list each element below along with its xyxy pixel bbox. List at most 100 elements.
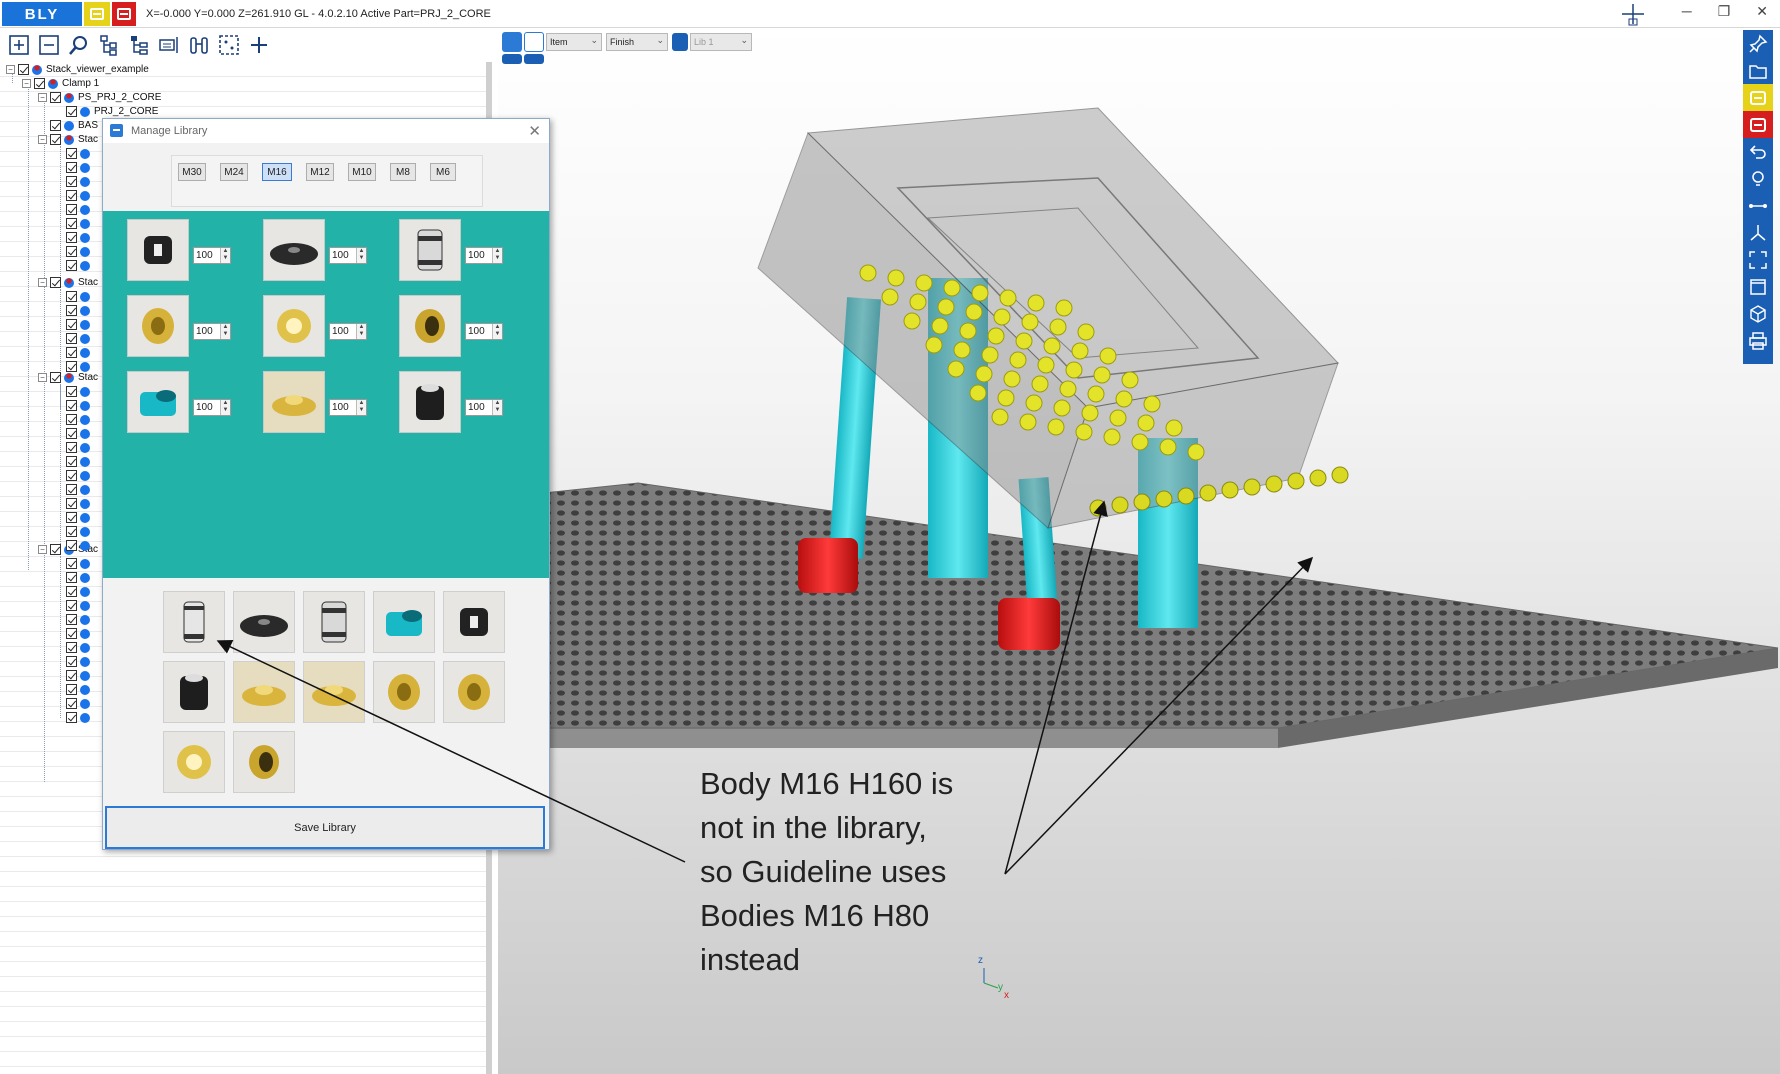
size-button-m30[interactable]: M30	[178, 163, 206, 181]
tree-node-component[interactable]	[66, 216, 94, 231]
pin-icon[interactable]	[1743, 30, 1773, 57]
quantity-stepper[interactable]: 100 ▲ ▼	[193, 247, 231, 264]
tree-node-part-set[interactable]: − PS_PRJ_2_CORE	[38, 90, 161, 105]
tree-node-stack[interactable]: − Stac	[38, 275, 98, 290]
visibility-checkbox[interactable]	[66, 414, 77, 425]
clamp-component-thumb[interactable]	[263, 219, 325, 281]
visibility-checkbox[interactable]	[66, 442, 77, 453]
spin-arrows-icon[interactable]: ▲ ▼	[220, 248, 230, 263]
selected-body-thumb[interactable]	[163, 591, 225, 653]
visibility-checkbox[interactable]	[66, 670, 77, 681]
visibility-checkbox[interactable]	[66, 176, 77, 187]
visibility-checkbox[interactable]	[34, 78, 45, 89]
size-button-m6[interactable]: M6	[430, 163, 456, 181]
selected-body-thumb[interactable]	[303, 591, 365, 653]
selected-nut-thumb[interactable]	[163, 731, 225, 793]
collapse-toggle[interactable]: −	[38, 373, 47, 382]
quantity-stepper[interactable]: 100 ▲ ▼	[193, 399, 231, 416]
tree-node-component[interactable]	[66, 482, 94, 497]
visibility-checkbox[interactable]	[66, 586, 77, 597]
tree-node-component[interactable]	[66, 188, 94, 203]
tree-node-component[interactable]	[66, 202, 94, 217]
collapse-toggle[interactable]: −	[38, 135, 47, 144]
tree-node-component[interactable]	[66, 230, 94, 245]
tree-node-component[interactable]	[66, 317, 94, 332]
fit-view-icon[interactable]	[1743, 246, 1773, 273]
visibility-checkbox[interactable]	[66, 190, 77, 201]
stop-app-icon[interactable]	[112, 2, 136, 26]
visibility-checkbox[interactable]	[66, 106, 77, 117]
visibility-checkbox[interactable]	[66, 684, 77, 695]
tree-node-root[interactable]: − Stack_viewer_example	[6, 62, 149, 77]
visibility-checkbox[interactable]	[66, 526, 77, 537]
visibility-checkbox[interactable]	[66, 305, 77, 316]
axes-icon[interactable]	[1743, 219, 1773, 246]
visibility-checkbox[interactable]	[66, 333, 77, 344]
tree-node-component[interactable]	[66, 654, 94, 669]
tree-node-component[interactable]	[66, 696, 94, 711]
tree-node-component[interactable]	[66, 331, 94, 346]
base-component-thumb[interactable]	[399, 371, 461, 433]
spin-arrows-icon[interactable]: ▲ ▼	[220, 324, 230, 339]
visibility-checkbox[interactable]	[66, 260, 77, 271]
selected-adapter-thumb[interactable]	[373, 591, 435, 653]
expand-all-icon[interactable]	[6, 32, 32, 58]
window-icon[interactable]	[1743, 273, 1773, 300]
tree-node-component[interactable]	[66, 626, 94, 641]
quantity-stepper[interactable]: 100 ▲ ▼	[329, 399, 367, 416]
bly-logo[interactable]: BLY	[2, 2, 82, 26]
visibility-checkbox[interactable]	[66, 428, 77, 439]
size-button-m24[interactable]: M24	[220, 163, 248, 181]
tree-node-component[interactable]	[66, 289, 94, 304]
nut-component-thumb[interactable]	[263, 295, 325, 357]
tree-node-component[interactable]	[66, 584, 94, 599]
visibility-checkbox[interactable]	[66, 484, 77, 495]
measure-icon[interactable]	[1743, 192, 1773, 219]
quantity-stepper[interactable]: 100 ▲ ▼	[193, 323, 231, 340]
spin-arrows-icon[interactable]: ▲ ▼	[356, 400, 366, 415]
visibility-checkbox[interactable]	[66, 347, 77, 358]
visibility-checkbox[interactable]	[66, 456, 77, 467]
visibility-checkbox[interactable]	[66, 319, 77, 330]
clamp-component-thumb[interactable]	[127, 219, 189, 281]
spin-arrows-icon[interactable]: ▲ ▼	[220, 400, 230, 415]
visibility-checkbox[interactable]	[66, 162, 77, 173]
size-button-m10[interactable]: M10	[348, 163, 376, 181]
visibility-checkbox[interactable]	[50, 120, 61, 131]
visibility-checkbox[interactable]	[50, 134, 61, 145]
tree-node-component[interactable]	[66, 524, 94, 539]
selected-clamp-thumb[interactable]	[233, 591, 295, 653]
visibility-checkbox[interactable]	[50, 277, 61, 288]
tree-node-component[interactable]	[66, 538, 94, 553]
visibility-checkbox[interactable]	[66, 512, 77, 523]
tree-node-component[interactable]	[66, 510, 94, 525]
tree-node-component[interactable]	[66, 174, 94, 189]
visibility-checkbox[interactable]	[66, 558, 77, 569]
quantity-stepper[interactable]: 100 ▲ ▼	[329, 323, 367, 340]
tree-node-clamp[interactable]: − Clamp 1	[22, 76, 99, 91]
visibility-checkbox[interactable]	[66, 628, 77, 639]
collapse-toggle[interactable]: −	[6, 65, 15, 74]
minimize-icon[interactable]: ─	[1682, 3, 1692, 20]
visibility-checkbox[interactable]	[66, 540, 77, 551]
quantity-stepper[interactable]: 100 ▲ ▼	[465, 399, 503, 416]
library-app-icon[interactable]	[84, 2, 110, 26]
visibility-checkbox[interactable]	[66, 386, 77, 397]
cube-icon[interactable]	[1743, 300, 1773, 327]
undo-icon[interactable]	[1743, 138, 1773, 165]
collapse-toggle[interactable]: −	[22, 79, 31, 88]
save-library-button[interactable]: Save Library	[105, 806, 545, 849]
body-component-thumb[interactable]	[399, 219, 461, 281]
selected-nut-thumb[interactable]	[443, 661, 505, 723]
tree-node-stack[interactable]: − Stac	[38, 132, 98, 147]
tree-node-component[interactable]	[66, 244, 94, 259]
lightbulb-icon[interactable]	[1743, 165, 1773, 192]
selected-clamp-thumb[interactable]	[443, 591, 505, 653]
visibility-checkbox[interactable]	[66, 246, 77, 257]
visibility-checkbox[interactable]	[66, 712, 77, 723]
tree-node-component[interactable]	[66, 496, 94, 511]
close-icon[interactable]: ✕	[1756, 3, 1768, 20]
visibility-checkbox[interactable]	[66, 400, 77, 411]
collapse-toggle[interactable]: −	[38, 278, 47, 287]
select-area-icon[interactable]	[216, 32, 242, 58]
